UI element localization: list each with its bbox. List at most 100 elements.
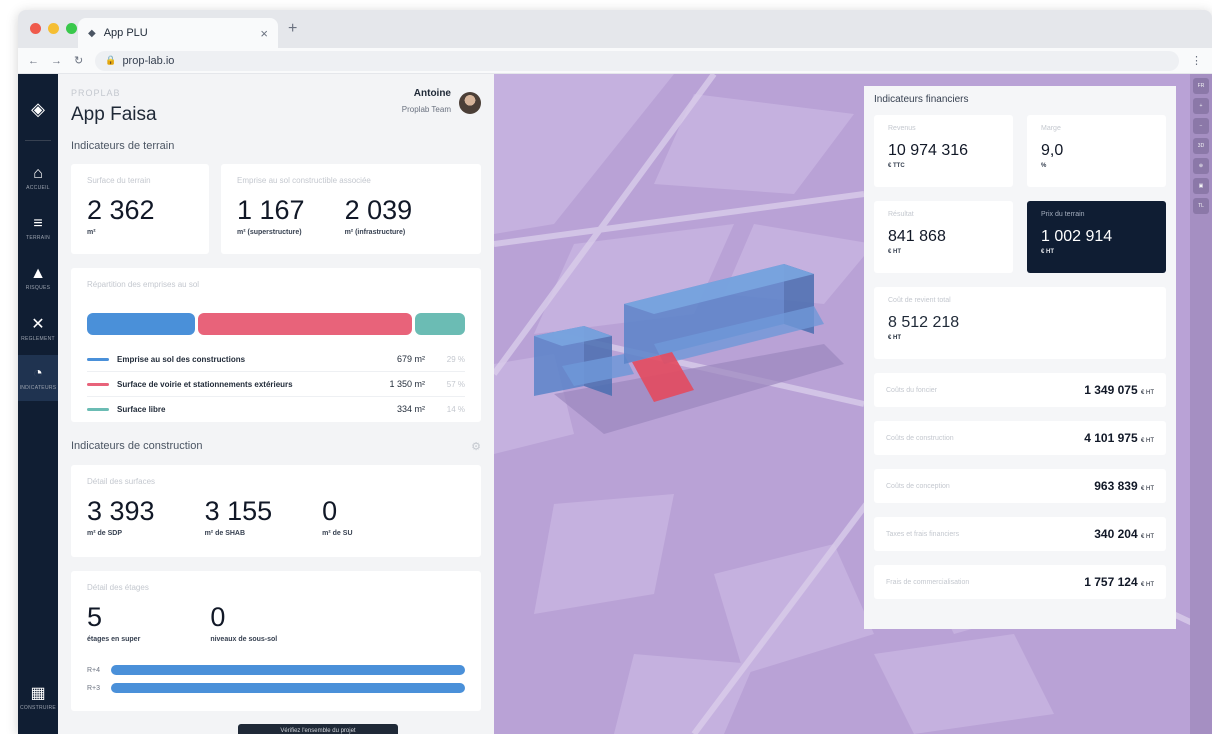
view-3d-button[interactable]: 3D (1193, 138, 1209, 154)
superstructure-value: 1 167 (237, 195, 305, 225)
new-tab-button[interactable]: + (288, 20, 297, 38)
sidebar-item-terrain[interactable]: ≡ TERRAIN (18, 205, 58, 251)
menu-icon[interactable]: ⋮ (1191, 54, 1202, 67)
page-title: App Faisa (71, 104, 157, 125)
surface-label: Surface du terrain (87, 176, 151, 185)
bar-segment-voirie[interactable] (198, 313, 412, 335)
sidebar-item-label: REGLEMENT (21, 336, 55, 342)
sdp-unit: m² de SDP (87, 530, 123, 537)
bar-segment-libre[interactable] (415, 313, 465, 335)
user-menu[interactable]: Antoine Proplab Team (402, 88, 481, 117)
lock-icon: 🔒 (105, 55, 117, 65)
prix-terrain-value: 1 002 914 (1041, 228, 1113, 245)
infrastructure-value: 2 039 (344, 195, 413, 225)
sidebar-item-label: ACCUEIL (26, 185, 50, 191)
cost-row[interactable]: Taxes et frais financiers 340 204 € HT (874, 517, 1166, 551)
resultat-card: Résultat 841 868 € HT (874, 201, 1013, 273)
revenus-value: 10 974 316 (888, 142, 969, 159)
back-icon[interactable]: ← (28, 55, 39, 67)
cost-row[interactable]: Frais de commercialisation 1 757 124 € H… (874, 565, 1166, 599)
construction-section-title: Indicateurs de construction ⚙ (71, 440, 481, 453)
user-name: Antoine (413, 88, 451, 99)
floor-bar (111, 683, 465, 693)
sidebar-item-label: CONSTRUIRE (19, 705, 57, 711)
logo-icon[interactable]: ◈ (18, 86, 58, 132)
legend-swatch (87, 382, 109, 386)
surface-card: Surface du terrain 2 362 m² (71, 164, 209, 254)
forward-icon[interactable]: → (51, 55, 62, 67)
sidebar-item-reglement[interactable]: ✕ REGLEMENT (18, 305, 58, 351)
user-team: Proplab Team (401, 105, 451, 114)
brand-eyebrow: PROPLAB (71, 88, 121, 98)
maximize-window-button[interactable] (66, 23, 77, 34)
floor-row[interactable]: R+4 (87, 665, 465, 675)
cost-row[interactable]: Coûts du foncier 1 349 075 € HT (874, 373, 1166, 407)
surface-unit: m² (87, 229, 96, 236)
browser-window: ◆ App PLU × + ← → ↻ 🔒 prop-lab.io ⋮ ◈ ⌂ … (18, 10, 1212, 734)
url-field[interactable]: 🔒 prop-lab.io (95, 50, 1179, 71)
sidebar-item-label: INDICATEURS (19, 385, 57, 391)
shab-unit: m² de SHAB (204, 530, 246, 537)
marge-value: 9,0 (1041, 142, 1064, 159)
panel-header: PROPLAB App Faisa Antoine Proplab Team (71, 88, 481, 126)
rail-divider (25, 140, 51, 141)
shab-value: 3 155 (204, 496, 273, 526)
language-button[interactable]: FR (1193, 78, 1209, 94)
address-bar: ← → ↻ 🔒 prop-lab.io ⋮ (18, 48, 1212, 74)
etages-value: 5 (87, 602, 103, 632)
surfaces-label: Détail des surfaces (87, 477, 156, 486)
layers-button[interactable]: ▣ (1193, 178, 1209, 194)
emprise-label: Emprise au sol constructible associée (237, 176, 371, 185)
zoom-out-button[interactable]: − (1193, 118, 1209, 134)
tab-title: App PLU (103, 27, 148, 39)
close-window-button[interactable] (30, 23, 41, 34)
indicators-panel: PROPLAB App Faisa Antoine Proplab Team I… (58, 74, 494, 734)
revenus-card: Revenus 10 974 316 € TTC (874, 115, 1013, 187)
map-controls: FR + − 3D ⊕ ▣ TL (1190, 74, 1212, 734)
cost-row[interactable]: Coûts de construction 4 101 975 € HT (874, 421, 1166, 455)
legend-row: Surface de voirie et stationnements exté… (87, 372, 465, 397)
sous-sol-unit: niveaux de sous-sol (210, 636, 278, 643)
superstructure-unit: m² (superstructure) (237, 229, 302, 236)
window-controls (30, 23, 77, 34)
surfaces-card: Détail des surfaces 3 393 m² de SDP 3 15… (71, 465, 481, 557)
marge-card: Marge 9,0 % (1027, 115, 1166, 187)
surface-value: 2 362 (87, 195, 155, 225)
financial-title: Indicateurs financiers (874, 94, 969, 105)
avatar[interactable] (459, 91, 481, 114)
warning-icon: ▲ (30, 265, 46, 282)
floor-bar (111, 665, 465, 675)
sidebar-item-indicateurs[interactable]: ◔ INDICATEURS (18, 355, 58, 401)
close-tab-icon[interactable]: × (260, 26, 268, 41)
tiles-button[interactable]: TL (1193, 198, 1209, 214)
etages-card: Détail des étages 5 étages en super 0 ni… (71, 571, 481, 711)
zoom-in-button[interactable]: + (1193, 98, 1209, 114)
settings-icon[interactable]: ⚙ (471, 440, 481, 453)
bar-segment-emprise[interactable] (87, 313, 195, 335)
legend-swatch (87, 407, 109, 411)
sidebar-item-risques[interactable]: ▲ RISQUES (18, 255, 58, 301)
sidebar-item-home[interactable]: ⌂ ACCUEIL (18, 155, 58, 201)
su-unit: m² de SU (322, 530, 353, 537)
terrain-cards: Surface du terrain 2 362 m² Emprise au s… (71, 164, 481, 254)
url-text: prop-lab.io (122, 54, 175, 67)
locate-button[interactable]: ⊕ (1193, 158, 1209, 174)
etages-label: Détail des étages (87, 583, 149, 592)
legend-row: Emprise au sol des constructions 679 m² … (87, 347, 465, 372)
emprise-card: Emprise au sol constructible associée 1 … (221, 164, 481, 254)
financial-panel: Indicateurs financiers Revenus 10 974 31… (864, 86, 1176, 629)
sidebar-item-construire[interactable]: ▦ CONSTRUIRE (18, 674, 58, 720)
browser-tab[interactable]: ◆ App PLU × (78, 18, 278, 48)
cout-total-card: Coût de revient total 8 512 218 € HT (874, 287, 1166, 359)
sidebar-item-label: TERRAIN (25, 235, 51, 241)
map-view[interactable]: Indicateurs financiers Revenus 10 974 31… (494, 74, 1212, 734)
minimize-window-button[interactable] (48, 23, 59, 34)
floor-row[interactable]: R+3 (87, 683, 465, 693)
prix-terrain-card[interactable]: Prix du terrain 1 002 914 € HT (1027, 201, 1166, 273)
home-icon: ⌂ (33, 165, 43, 182)
reload-icon[interactable]: ↻ (74, 54, 83, 67)
legend-row: Surface libre 334 m² 14 % (87, 397, 465, 421)
terrain-section-title: Indicateurs de terrain (71, 140, 175, 152)
cost-row[interactable]: Coûts de conception 963 839 € HT (874, 469, 1166, 503)
sidebar-item-label: RISQUES (25, 285, 51, 291)
